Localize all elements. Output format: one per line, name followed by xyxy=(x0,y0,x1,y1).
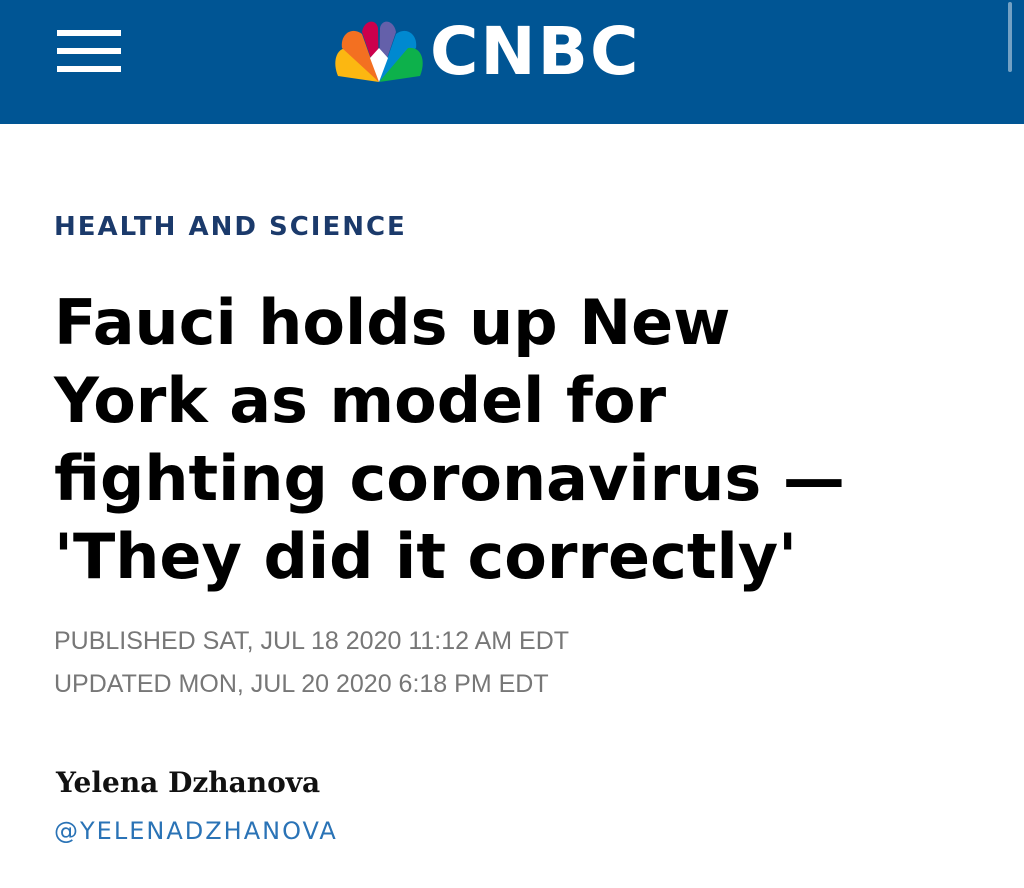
article-headline: Fauci holds up New York as model for fig… xyxy=(54,284,964,596)
section-link[interactable]: HEALTH AND SCIENCE xyxy=(54,212,407,242)
nbc-peacock-icon xyxy=(335,21,423,82)
hamburger-menu-button[interactable] xyxy=(50,28,126,78)
hamburger-menu-icon xyxy=(57,30,121,36)
brand-wordmark: CNBC xyxy=(430,13,641,90)
author-twitter-link[interactable]: @YELENADZHANOVA xyxy=(54,817,338,845)
headline-line: York as model for xyxy=(54,364,667,437)
headline-line: fighting coronavirus — xyxy=(54,442,845,515)
headline-line: Fauci holds up New xyxy=(54,286,731,359)
cnbc-logo[interactable]: CNBC xyxy=(330,13,700,90)
published-date: PUBLISHED SAT, JUL 18 2020 11:12 AM EDT xyxy=(54,627,570,655)
site-header: CNBC xyxy=(0,0,1024,124)
scroll-indicator xyxy=(1008,2,1012,72)
author-name-link[interactable]: Yelena Dzhanova xyxy=(56,766,320,799)
headline-line: 'They did it correctly' xyxy=(54,520,798,593)
updated-date: UPDATED MON, JUL 20 2020 6:18 PM EDT xyxy=(54,670,549,698)
